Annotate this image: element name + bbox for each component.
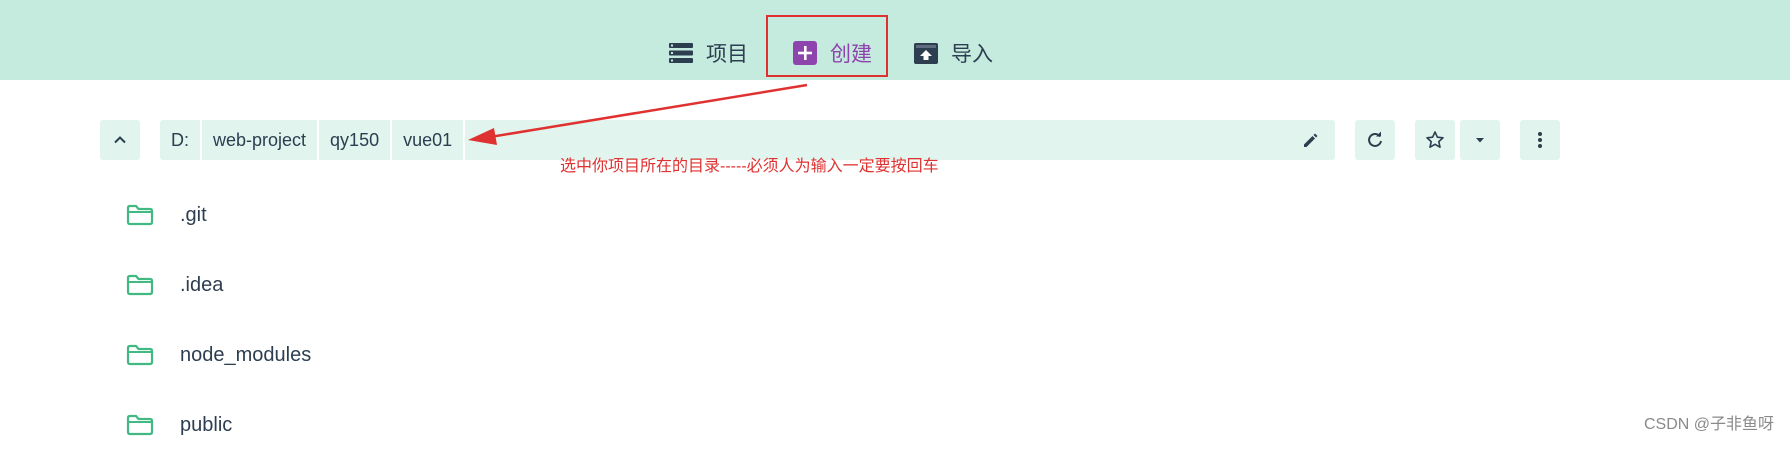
refresh-button[interactable] xyxy=(1355,120,1395,160)
create-highlight-box xyxy=(766,15,888,77)
folder-up-button[interactable] xyxy=(100,120,140,160)
crumb-folder[interactable]: web-project xyxy=(202,120,320,160)
crumb-folder[interactable]: vue01 xyxy=(392,120,466,160)
nav-item-label: 项目 xyxy=(706,43,748,66)
folder-row[interactable]: node_modules xyxy=(0,320,1700,390)
watermark: CSDN @子非鱼呀 xyxy=(1643,416,1774,433)
caret-down-icon xyxy=(1476,138,1484,143)
folder-name: .git xyxy=(180,203,207,226)
import-icon xyxy=(914,43,938,64)
folder-icon xyxy=(126,204,154,226)
edit-path-button[interactable] xyxy=(1299,128,1323,152)
folder-icon xyxy=(126,344,154,366)
star-icon xyxy=(1426,131,1444,148)
chevron-up-icon xyxy=(114,136,126,144)
favorite-button[interactable] xyxy=(1415,120,1455,160)
annotation-text: 选中你项目所在的目录-----必须人为输入一定要按回车 xyxy=(560,158,939,175)
crumb-drive[interactable]: D: xyxy=(160,120,202,160)
nav-item-import[interactable]: 导入 xyxy=(913,36,993,70)
folder-name: public xyxy=(180,413,233,436)
favorites-dropdown-button[interactable] xyxy=(1460,120,1500,160)
nav-item-label: 导入 xyxy=(951,43,993,66)
more-options-button[interactable] xyxy=(1520,120,1560,160)
folder-name: node_modules xyxy=(180,343,312,366)
folder-icon xyxy=(126,414,154,436)
folder-name: .idea xyxy=(180,273,224,296)
folder-row[interactable]: .idea xyxy=(0,250,1700,320)
top-nav-bar: 项目 创建 导入 xyxy=(0,0,1790,80)
list-icon xyxy=(669,43,693,63)
folder-icon xyxy=(126,274,154,296)
pencil-icon xyxy=(1304,133,1318,147)
refresh-icon xyxy=(1368,131,1382,147)
more-vertical-icon xyxy=(1538,132,1542,148)
nav-item-projects[interactable]: 项目 xyxy=(668,36,748,70)
crumb-folder[interactable]: qy150 xyxy=(319,120,393,160)
folder-row[interactable]: .git xyxy=(0,180,1700,250)
